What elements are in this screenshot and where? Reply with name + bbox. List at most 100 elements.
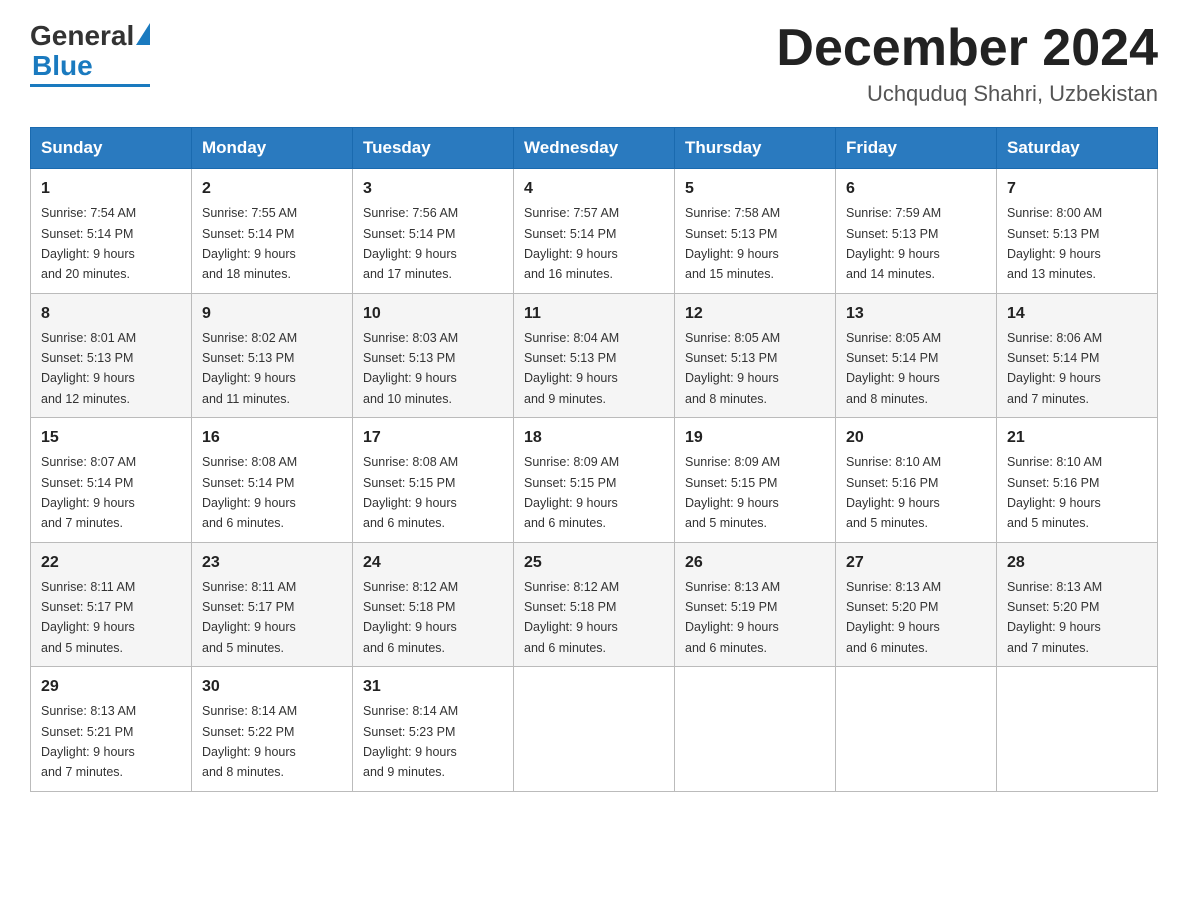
day-number: 6 xyxy=(846,177,986,201)
day-info: Sunrise: 8:09 AMSunset: 5:15 PMDaylight:… xyxy=(685,455,780,530)
day-number: 20 xyxy=(846,426,986,450)
day-info: Sunrise: 8:00 AMSunset: 5:13 PMDaylight:… xyxy=(1007,206,1102,281)
day-cell: 28Sunrise: 8:13 AMSunset: 5:20 PMDayligh… xyxy=(997,542,1158,667)
day-cell xyxy=(675,667,836,792)
day-info: Sunrise: 8:12 AMSunset: 5:18 PMDaylight:… xyxy=(524,580,619,655)
day-cell: 23 Sunrise: 8:11 AMSunset: 5:17 PMDayligh… xyxy=(192,542,353,667)
day-cell: 16Sunrise: 8:08 AMSunset: 5:14 PMDayligh… xyxy=(192,418,353,543)
day-number: 19 xyxy=(685,426,825,450)
day-info: Sunrise: 8:12 AMSunset: 5:18 PMDaylight:… xyxy=(363,580,458,655)
day-cell: 1Sunrise: 7:54 AMSunset: 5:14 PMDaylight… xyxy=(31,169,192,294)
day-number: 28 xyxy=(1007,551,1147,575)
day-info: Sunrise: 8:13 AMSunset: 5:21 PMDaylight:… xyxy=(41,704,136,779)
col-saturday: Saturday xyxy=(997,128,1158,169)
day-number: 17 xyxy=(363,426,503,450)
location-text: Uchquduq Shahri, Uzbekistan xyxy=(776,81,1158,107)
day-cell: 25 Sunrise: 8:12 AMSunset: 5:18 PMDayligh… xyxy=(514,542,675,667)
day-info: Sunrise: 7:56 AMSunset: 5:14 PMDaylight:… xyxy=(363,206,458,281)
day-number: 11 xyxy=(524,302,664,326)
day-number: 24 xyxy=(363,551,503,575)
day-number: 13 xyxy=(846,302,986,326)
day-info: Sunrise: 8:09 AMSunset: 5:15 PMDaylight:… xyxy=(524,455,619,530)
logo-triangle-icon xyxy=(136,23,150,45)
logo-general-text: General xyxy=(30,20,134,52)
day-cell: 13 Sunrise: 8:05 AMSunset: 5:14 PMDayligh… xyxy=(836,293,997,418)
day-info: Sunrise: 8:14 AMSunset: 5:23 PMDaylight:… xyxy=(363,704,458,779)
day-number: 4 xyxy=(524,177,664,201)
day-info: Sunrise: 8:10 AMSunset: 5:16 PMDaylight:… xyxy=(846,455,941,530)
week-row-1: 1Sunrise: 7:54 AMSunset: 5:14 PMDaylight… xyxy=(31,169,1158,294)
day-cell: 11 Sunrise: 8:04 AMSunset: 5:13 PMDayligh… xyxy=(514,293,675,418)
col-tuesday: Tuesday xyxy=(353,128,514,169)
day-cell xyxy=(836,667,997,792)
day-cell: 24 Sunrise: 8:12 AMSunset: 5:18 PMDayligh… xyxy=(353,542,514,667)
day-number: 5 xyxy=(685,177,825,201)
day-cell: 8 Sunrise: 8:01 AMSunset: 5:13 PMDaylight… xyxy=(31,293,192,418)
col-thursday: Thursday xyxy=(675,128,836,169)
month-title: December 2024 xyxy=(776,20,1158,77)
day-cell: 30 Sunrise: 8:14 AMSunset: 5:22 PMDayligh… xyxy=(192,667,353,792)
day-cell: 15 Sunrise: 8:07 AMSunset: 5:14 PMDayligh… xyxy=(31,418,192,543)
week-row-4: 22Sunrise: 8:11 AMSunset: 5:17 PMDayligh… xyxy=(31,542,1158,667)
day-info: Sunrise: 8:06 AMSunset: 5:14 PMDaylight:… xyxy=(1007,331,1102,406)
day-cell: 20 Sunrise: 8:10 AMSunset: 5:16 PMDayligh… xyxy=(836,418,997,543)
day-number: 8 xyxy=(41,302,181,326)
week-row-2: 8 Sunrise: 8:01 AMSunset: 5:13 PMDaylight… xyxy=(31,293,1158,418)
day-number: 7 xyxy=(1007,177,1147,201)
day-info: Sunrise: 8:03 AMSunset: 5:13 PMDaylight:… xyxy=(363,331,458,406)
day-info: Sunrise: 8:01 AMSunset: 5:13 PMDaylight:… xyxy=(41,331,136,406)
day-number: 16 xyxy=(202,426,342,450)
day-number: 31 xyxy=(363,675,503,699)
day-number: 27 xyxy=(846,551,986,575)
day-cell: 3 Sunrise: 7:56 AMSunset: 5:14 PMDaylight… xyxy=(353,169,514,294)
day-info: Sunrise: 8:04 AMSunset: 5:13 PMDaylight:… xyxy=(524,331,619,406)
logo-blue-text: Blue xyxy=(32,50,93,82)
day-info: Sunrise: 8:05 AMSunset: 5:14 PMDaylight:… xyxy=(846,331,941,406)
day-number: 18 xyxy=(524,426,664,450)
day-number: 30 xyxy=(202,675,342,699)
day-cell: 5 Sunrise: 7:58 AMSunset: 5:13 PMDaylight… xyxy=(675,169,836,294)
day-info: Sunrise: 8:07 AMSunset: 5:14 PMDaylight:… xyxy=(41,455,136,530)
day-number: 14 xyxy=(1007,302,1147,326)
day-info: Sunrise: 8:14 AMSunset: 5:22 PMDaylight:… xyxy=(202,704,297,779)
day-cell: 17 Sunrise: 8:08 AMSunset: 5:15 PMDayligh… xyxy=(353,418,514,543)
day-number: 23 xyxy=(202,551,342,575)
day-number: 25 xyxy=(524,551,664,575)
day-cell: 27 Sunrise: 8:13 AMSunset: 5:20 PMDayligh… xyxy=(836,542,997,667)
col-wednesday: Wednesday xyxy=(514,128,675,169)
title-section: December 2024 Uchquduq Shahri, Uzbekista… xyxy=(776,20,1158,107)
day-info: Sunrise: 8:10 AMSunset: 5:16 PMDaylight:… xyxy=(1007,455,1102,530)
week-row-5: 29Sunrise: 8:13 AMSunset: 5:21 PMDayligh… xyxy=(31,667,1158,792)
day-number: 15 xyxy=(41,426,181,450)
day-info: Sunrise: 8:13 AMSunset: 5:19 PMDaylight:… xyxy=(685,580,780,655)
day-number: 21 xyxy=(1007,426,1147,450)
day-info: Sunrise: 8:08 AMSunset: 5:15 PMDaylight:… xyxy=(363,455,458,530)
day-cell: 31 Sunrise: 8:14 AMSunset: 5:23 PMDayligh… xyxy=(353,667,514,792)
day-number: 2 xyxy=(202,177,342,201)
calendar-header-row: Sunday Monday Tuesday Wednesday Thursday… xyxy=(31,128,1158,169)
day-info: Sunrise: 8:11 AMSunset: 5:17 PMDaylight:… xyxy=(202,580,296,655)
logo: General Blue xyxy=(30,20,150,87)
day-number: 3 xyxy=(363,177,503,201)
day-info: Sunrise: 7:58 AMSunset: 5:13 PMDaylight:… xyxy=(685,206,780,281)
day-number: 10 xyxy=(363,302,503,326)
day-number: 12 xyxy=(685,302,825,326)
day-cell: 6 Sunrise: 7:59 AMSunset: 5:13 PMDaylight… xyxy=(836,169,997,294)
day-cell: 4 Sunrise: 7:57 AMSunset: 5:14 PMDaylight… xyxy=(514,169,675,294)
day-info: Sunrise: 7:59 AMSunset: 5:13 PMDaylight:… xyxy=(846,206,941,281)
day-number: 1 xyxy=(41,177,181,201)
day-cell: 26Sunrise: 8:13 AMSunset: 5:19 PMDayligh… xyxy=(675,542,836,667)
page-header: General Blue December 2024 Uchquduq Shah… xyxy=(30,20,1158,107)
day-info: Sunrise: 8:02 AMSunset: 5:13 PMDaylight:… xyxy=(202,331,297,406)
day-number: 9 xyxy=(202,302,342,326)
day-info: Sunrise: 7:55 AMSunset: 5:14 PMDaylight:… xyxy=(202,206,297,281)
day-cell xyxy=(997,667,1158,792)
day-info: Sunrise: 7:57 AMSunset: 5:14 PMDaylight:… xyxy=(524,206,619,281)
day-cell: 22Sunrise: 8:11 AMSunset: 5:17 PMDayligh… xyxy=(31,542,192,667)
day-cell xyxy=(514,667,675,792)
logo-underline xyxy=(30,84,150,87)
day-cell: 7 Sunrise: 8:00 AMSunset: 5:13 PMDaylight… xyxy=(997,169,1158,294)
day-cell: 19 Sunrise: 8:09 AMSunset: 5:15 PMDayligh… xyxy=(675,418,836,543)
day-info: Sunrise: 8:11 AMSunset: 5:17 PMDaylight:… xyxy=(41,580,135,655)
day-info: Sunrise: 8:13 AMSunset: 5:20 PMDaylight:… xyxy=(846,580,941,655)
